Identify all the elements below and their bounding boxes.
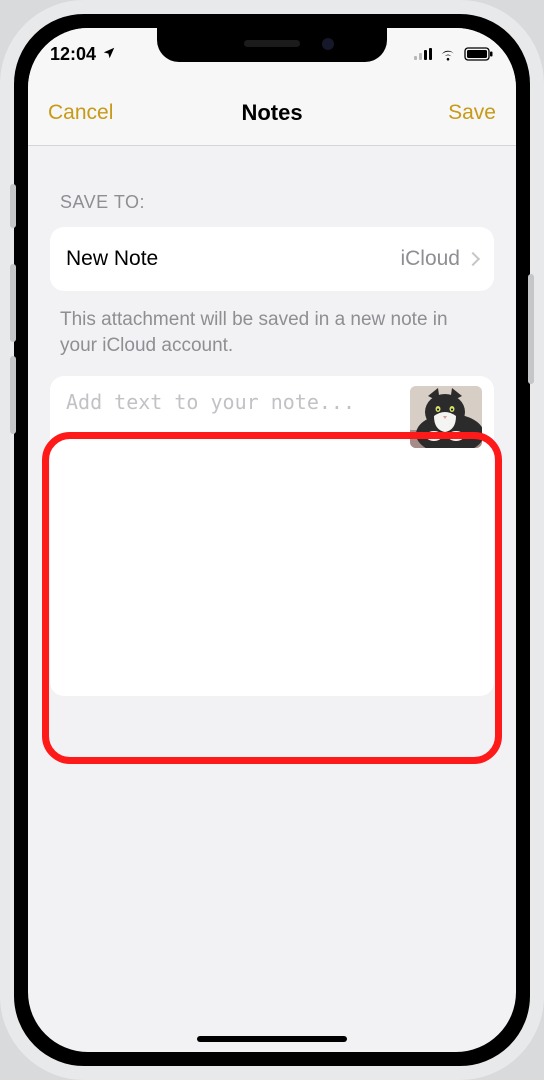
status-time: 12:04 — [50, 44, 96, 65]
share-sheet-content: SAVE TO: New Note iCloud This attachment… — [28, 146, 516, 1052]
section-label: SAVE TO: — [60, 192, 494, 213]
save-button[interactable]: Save — [448, 101, 496, 125]
home-indicator[interactable] — [197, 1036, 347, 1042]
destination-title: New Note — [66, 247, 158, 271]
chevron-right-icon — [466, 252, 480, 266]
destination-account: iCloud — [400, 247, 460, 271]
wifi-icon — [438, 47, 458, 61]
destination-row[interactable]: New Note iCloud — [50, 227, 494, 291]
attachment-thumbnail[interactable] — [410, 386, 482, 448]
note-compose-area[interactable] — [50, 376, 494, 696]
device-notch — [157, 28, 387, 62]
location-arrow-icon — [102, 44, 116, 65]
cancel-button[interactable]: Cancel — [48, 101, 113, 125]
cellular-signal-icon — [414, 48, 432, 60]
destination-hint: This attachment will be saved in a new n… — [60, 307, 484, 358]
nav-bar: Cancel Notes Save — [28, 80, 516, 146]
battery-icon — [464, 47, 494, 61]
